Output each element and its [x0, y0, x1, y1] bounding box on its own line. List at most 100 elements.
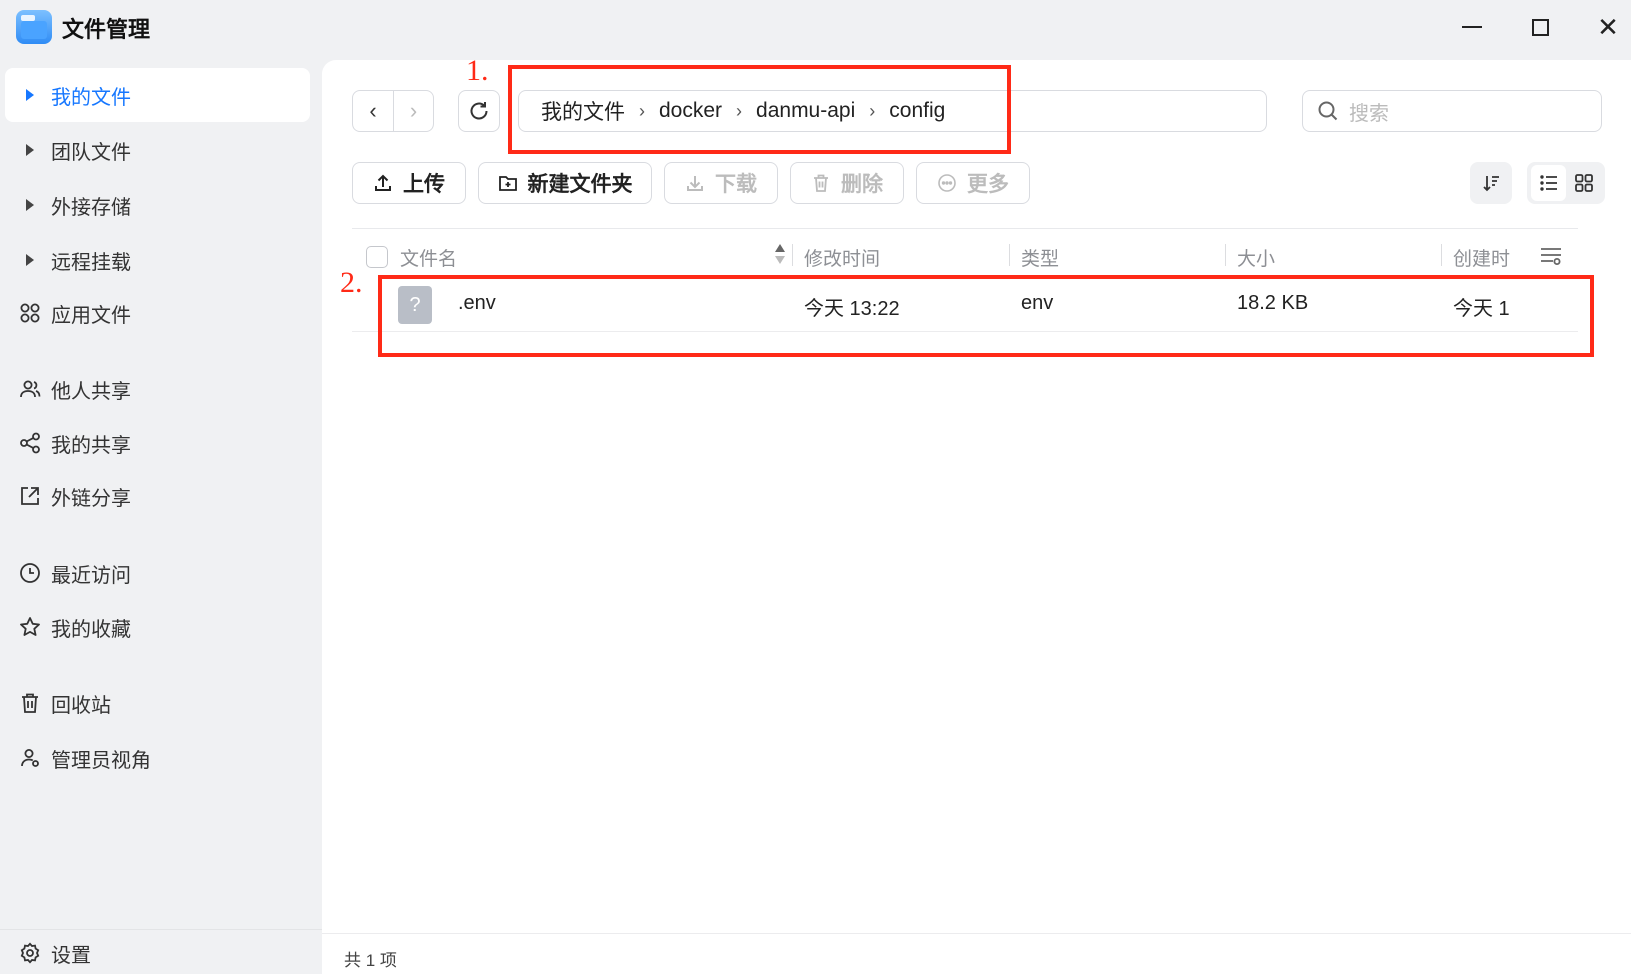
new-folder-icon — [498, 176, 517, 191]
share-icon — [17, 430, 43, 456]
item-count: 共 1 项 — [344, 951, 397, 970]
sidebar-item-shared-with-me[interactable]: 他人共享 — [5, 362, 310, 416]
search-input[interactable]: 搜索 — [1302, 90, 1602, 132]
annotation-label-2: 2. — [340, 266, 363, 299]
sort-button[interactable] — [1470, 162, 1512, 204]
sidebar-divider — [0, 929, 322, 930]
new-folder-label: 新建文件夹 — [527, 173, 633, 196]
more-button[interactable]: 更多 — [916, 162, 1030, 204]
new-folder-button[interactable]: 新建文件夹 — [478, 162, 652, 204]
upload-button[interactable]: 上传 — [352, 162, 466, 204]
external-link-icon — [17, 483, 43, 509]
sidebar-item-recycle-bin[interactable]: 回收站 — [5, 676, 310, 730]
minimize-button[interactable] — [1452, 8, 1492, 46]
column-header-type[interactable]: 类型 — [1021, 244, 1059, 271]
sidebar-item-remote-mount[interactable]: 远程挂载 — [5, 233, 310, 287]
forward-button[interactable]: › — [392, 91, 433, 131]
download-button[interactable]: 下载 — [664, 162, 778, 204]
refresh-button[interactable] — [458, 90, 500, 132]
sidebar-item-link-shares[interactable]: 外链分享 — [5, 469, 310, 523]
search-placeholder: 搜索 — [1349, 102, 1389, 125]
download-label: 下载 — [715, 173, 757, 196]
sidebar: 我的文件 团队文件 外接存储 远程挂载 应用文件 他人共享 我的共享 外链分享 … — [0, 56, 322, 974]
sidebar-item-my-files[interactable]: 我的文件 — [5, 68, 310, 122]
main-panel: ‹ › 我的文件 › docker › danmu-api › config 搜… — [322, 60, 1631, 974]
download-icon — [687, 176, 703, 191]
annotation-box-breadcrumb — [508, 65, 1011, 154]
sidebar-item-label: 最近访问 — [51, 564, 131, 587]
sort-icon — [1483, 176, 1499, 192]
grid-apps-icon — [17, 300, 43, 326]
search-icon — [1318, 101, 1338, 121]
list-view-icon — [1539, 175, 1557, 191]
sidebar-item-label: 远程挂载 — [51, 251, 131, 274]
caret-right-icon — [17, 82, 43, 108]
more-icon — [938, 174, 956, 192]
more-label: 更多 — [967, 173, 1009, 196]
list-view-button[interactable] — [1531, 165, 1566, 201]
caret-right-icon — [17, 247, 43, 273]
column-settings-icon[interactable] — [1540, 246, 1562, 266]
trash-icon — [17, 690, 43, 716]
sidebar-item-label: 设置 — [51, 944, 91, 967]
column-separator[interactable] — [1225, 244, 1226, 266]
sidebar-item-team-files[interactable]: 团队文件 — [5, 123, 310, 177]
sidebar-item-label: 团队文件 — [51, 141, 131, 164]
upload-label: 上传 — [403, 173, 445, 196]
table-divider — [352, 228, 1578, 229]
caret-right-icon — [17, 137, 43, 163]
maximize-icon — [1531, 18, 1549, 36]
view-switch — [1527, 162, 1605, 204]
upload-icon — [375, 174, 391, 191]
file-manager-app: 文件管理 ✕ 我的文件 团队文件 外接存储 远程挂载 应用文件 他人共享 我的共… — [0, 0, 1631, 974]
select-all-checkbox[interactable] — [366, 246, 388, 268]
footer-divider — [322, 933, 1631, 934]
minimize-icon — [1462, 26, 1482, 28]
sidebar-item-label: 他人共享 — [51, 380, 131, 403]
column-header-name[interactable]: 文件名 — [400, 244, 457, 271]
grid-view-button[interactable] — [1566, 165, 1601, 201]
sidebar-item-my-shares[interactable]: 我的共享 — [5, 416, 310, 470]
grid-view-icon — [1574, 174, 1593, 192]
refresh-icon — [470, 102, 488, 120]
delete-button[interactable]: 删除 — [790, 162, 904, 204]
column-header-created[interactable]: 创建时 — [1453, 244, 1510, 271]
sidebar-item-recent[interactable]: 最近访问 — [5, 546, 310, 600]
column-header-size[interactable]: 大小 — [1237, 244, 1275, 271]
column-separator[interactable] — [1441, 244, 1442, 266]
clock-icon — [17, 560, 43, 586]
sidebar-item-label: 管理员视角 — [51, 749, 151, 772]
sidebar-item-label: 外接存储 — [51, 196, 131, 219]
gear-icon — [17, 940, 43, 966]
delete-label: 删除 — [841, 173, 883, 196]
caret-right-icon — [17, 192, 43, 218]
sidebar-item-label: 外链分享 — [51, 487, 131, 510]
close-icon: ✕ — [1597, 12, 1619, 42]
history-nav-group: ‹ › — [352, 90, 434, 132]
sidebar-item-settings[interactable]: 设置 — [5, 932, 310, 974]
sidebar-item-external-storage[interactable]: 外接存储 — [5, 178, 310, 232]
admin-user-icon — [17, 745, 43, 771]
trash-icon — [814, 174, 828, 192]
annotation-label-1: 1. — [466, 54, 489, 87]
maximize-button[interactable] — [1520, 8, 1560, 46]
sidebar-item-favorites[interactable]: 我的收藏 — [5, 600, 310, 654]
app-title: 文件管理 — [62, 17, 151, 42]
sidebar-item-label: 我的收藏 — [51, 618, 131, 641]
annotation-box-file-row — [378, 275, 1594, 357]
column-header-modified[interactable]: 修改时间 — [804, 244, 880, 271]
star-icon — [17, 614, 43, 640]
folder-app-icon — [16, 10, 52, 44]
sort-arrows-icon[interactable] — [774, 244, 786, 268]
close-button[interactable]: ✕ — [1588, 8, 1628, 46]
sidebar-item-label: 我的文件 — [51, 86, 131, 109]
sidebar-item-admin-view[interactable]: 管理员视角 — [5, 731, 310, 785]
sidebar-item-label: 回收站 — [51, 694, 111, 717]
sidebar-item-label: 应用文件 — [51, 304, 131, 327]
column-separator[interactable] — [792, 244, 793, 266]
sidebar-item-label: 我的共享 — [51, 434, 131, 457]
table-header: 文件名 修改时间 类型 大小 创建时 — [352, 232, 1612, 278]
sidebar-item-app-files[interactable]: 应用文件 — [5, 286, 310, 340]
column-separator[interactable] — [1009, 244, 1010, 266]
back-button[interactable]: ‹ — [353, 91, 393, 131]
